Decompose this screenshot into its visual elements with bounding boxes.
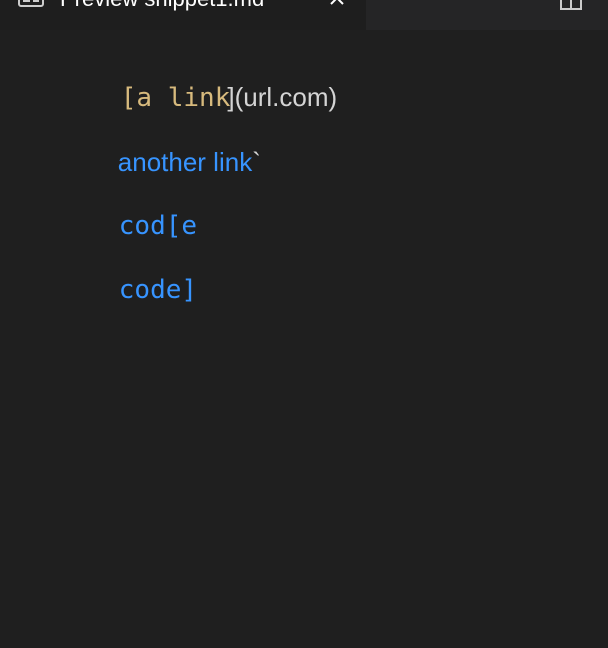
link-code[interactable]: code] [119,275,197,305]
link[interactable]: another link [118,147,252,177]
tab-preview[interactable]: Preview snippet1.md [0,0,366,30]
markdown-preview: [a link](url.com) another link` cod[e co… [0,30,608,648]
tab-bar: Preview snippet1.md [0,0,608,30]
preview-line-4[interactable]: code] [100,257,197,323]
backtick-text: ` [252,147,261,177]
preview-icon [18,0,44,8]
split-editor-icon[interactable] [560,0,582,10]
inline-code: [a link [120,83,231,113]
preview-line-1: [a link](url.com) [100,64,337,131]
link-code[interactable]: cod[e [119,211,197,241]
preview-line-3[interactable]: cod[e [100,193,197,259]
preview-line-2: another link` [100,129,261,196]
plain-text: ](url.com) [227,82,338,112]
close-icon[interactable] [328,0,346,13]
tab-title: Preview snippet1.md [60,0,264,10]
